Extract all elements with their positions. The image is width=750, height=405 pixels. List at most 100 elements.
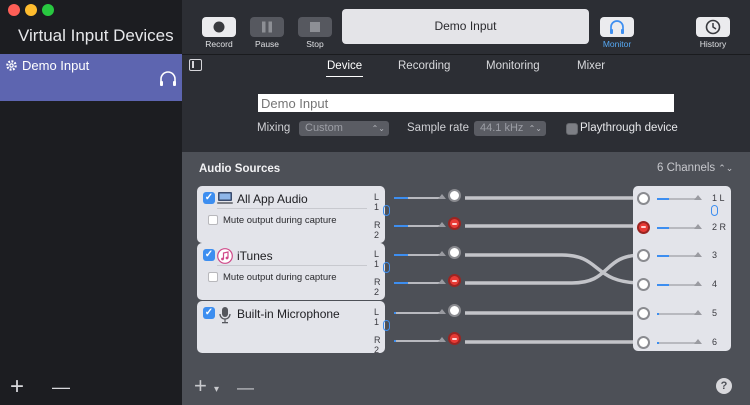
source-enabled-checkbox[interactable]: ✓ — [203, 307, 215, 319]
output-level-slider[interactable] — [657, 255, 697, 257]
separator — [217, 265, 367, 266]
left-level-fill — [394, 197, 408, 199]
right-level-fill — [394, 225, 408, 227]
mixing-label: Mixing — [257, 122, 291, 134]
output-level-slider[interactable] — [657, 313, 697, 315]
output-level-slider[interactable] — [657, 283, 697, 286]
add-device-button[interactable]: + — [10, 375, 24, 399]
output-level-thumb[interactable] — [693, 222, 703, 230]
output-level-thumb[interactable] — [693, 279, 703, 287]
output-level-slider[interactable] — [657, 226, 697, 229]
zoom-window-button[interactable] — [42, 4, 54, 16]
tab-device[interactable]: Device — [327, 60, 362, 72]
left-level-slider[interactable] — [394, 254, 442, 256]
right-output-knob[interactable] — [448, 217, 461, 230]
sample-rate-select[interactable]: 44.1 kHz ⌃⌄ — [474, 121, 546, 136]
add-source-menu-icon[interactable]: ▾ — [214, 379, 219, 401]
source-enabled-checkbox[interactable]: ✓ — [203, 249, 215, 261]
microphone-icon — [217, 306, 233, 324]
link-channels-icon[interactable] — [711, 205, 718, 216]
sample-rate-value: 44.1 kHz — [480, 122, 524, 134]
output-level-fill — [657, 313, 659, 315]
sidebar-toggle-icon[interactable] — [189, 59, 202, 71]
tab-bar: Device Recording Monitoring Mixer — [182, 54, 750, 78]
device-settings: Mixing Custom ⌃⌄ Sample rate 44.1 kHz ⌃⌄ P… — [182, 77, 750, 152]
left-output-knob[interactable] — [448, 304, 461, 317]
chevron-updown-icon: ⌃⌄ — [371, 124, 385, 133]
tab-recording[interactable]: Recording — [398, 60, 450, 72]
left-output-knob[interactable] — [448, 246, 461, 259]
mixing-select[interactable]: Custom ⌃⌄ — [299, 121, 389, 136]
wire-itunes-l-to-4 — [465, 253, 643, 285]
sidebar: Virtual Input Devices Demo Input + — — [0, 0, 182, 405]
minimize-window-button[interactable] — [25, 4, 37, 16]
help-button[interactable]: ? — [716, 378, 732, 394]
output-level-slider[interactable] — [657, 341, 697, 344]
output-channel-label: 5 — [712, 308, 718, 318]
stop-button[interactable]: Stop — [291, 0, 339, 54]
right-level-slider[interactable] — [394, 282, 442, 284]
left-level-fill — [394, 312, 396, 314]
add-source-button[interactable]: + — [194, 375, 207, 397]
output-level-fill — [657, 226, 669, 229]
left-level-slider[interactable] — [394, 312, 442, 314]
mute-output-checkbox[interactable] — [208, 272, 218, 282]
pause-icon — [262, 21, 272, 33]
output-channel-label: 3 — [712, 250, 718, 260]
window-controls — [8, 4, 54, 16]
output-level-thumb[interactable] — [693, 308, 703, 316]
link-channels-icon[interactable] — [383, 320, 390, 331]
tab-monitoring[interactable]: Monitoring — [486, 60, 540, 72]
output-channels: 1 L 2 R 3 4 5 6 — [633, 186, 731, 351]
output-level-fill — [657, 198, 669, 200]
output-level-fill — [657, 255, 669, 257]
tab-mixer[interactable]: Mixer — [577, 60, 605, 72]
link-channels-icon[interactable] — [383, 262, 390, 273]
right-output-knob[interactable] — [448, 274, 461, 287]
headphones-icon[interactable] — [158, 70, 178, 88]
close-window-button[interactable] — [8, 4, 20, 16]
left-level-thumb[interactable] — [437, 249, 447, 257]
right-level-thumb[interactable] — [437, 220, 447, 228]
right-level-thumb[interactable] — [437, 277, 447, 285]
sidebar-item-label: Demo Input — [22, 58, 90, 73]
output-level-slider[interactable] — [657, 198, 697, 200]
remove-source-button[interactable]: — — [237, 377, 254, 399]
output-level-thumb[interactable] — [693, 193, 703, 201]
playthrough-checkbox[interactable] — [566, 123, 578, 135]
output-channel-knob[interactable] — [637, 249, 650, 262]
separator — [217, 208, 367, 209]
right-level-fill — [394, 282, 408, 284]
history-button[interactable]: History — [689, 0, 737, 54]
left-level-thumb[interactable] — [437, 307, 447, 315]
output-level-thumb[interactable] — [693, 250, 703, 258]
music-note-icon — [217, 248, 233, 264]
right-level-fill — [394, 340, 396, 342]
link-channels-icon[interactable] — [383, 205, 390, 216]
left-level-slider[interactable] — [394, 197, 442, 199]
output-level-thumb[interactable] — [693, 337, 703, 345]
monitor-button[interactable]: Monitor — [593, 0, 641, 54]
left-level-thumb[interactable] — [437, 192, 447, 200]
sidebar-item-demo-input[interactable]: Demo Input — [0, 54, 182, 101]
right-level-thumb[interactable] — [437, 335, 447, 343]
chevron-updown-icon: ⌃⌄ — [528, 124, 542, 133]
source-card: ✓ Built-in Microphone L 1R 2 — [197, 301, 461, 355]
output-channel-knob[interactable] — [637, 335, 650, 349]
output-channel-knob[interactable] — [637, 220, 650, 234]
mute-output-checkbox[interactable] — [208, 215, 218, 225]
device-name-input[interactable] — [258, 94, 674, 112]
history-label: History — [699, 39, 727, 49]
source-enabled-checkbox[interactable]: ✓ — [203, 192, 215, 204]
output-level-fill — [657, 341, 659, 344]
source-card: ✓ All App Audio Mute output during capture… — [197, 186, 461, 243]
right-level-slider[interactable] — [394, 225, 442, 227]
left-output-knob[interactable] — [448, 189, 461, 202]
stop-label: Stop — [306, 39, 324, 49]
remove-device-button[interactable]: — — [52, 375, 70, 399]
right-output-knob[interactable] — [448, 332, 461, 345]
right-level-slider[interactable] — [394, 340, 442, 342]
output-channel-knob[interactable] — [637, 192, 650, 205]
output-channel-knob[interactable] — [637, 307, 650, 320]
output-channel-knob[interactable] — [637, 277, 650, 291]
